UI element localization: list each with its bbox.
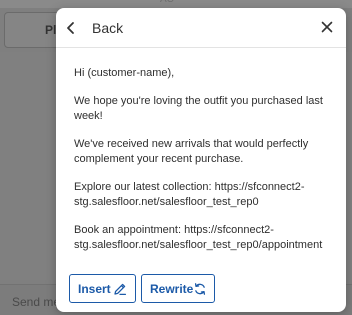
- refresh-icon: [193, 282, 207, 296]
- page: AC Pl Send me Back: [0, 0, 352, 315]
- insert-button[interactable]: Insert: [69, 274, 136, 303]
- message-paragraph: Explore our latest collection: https://s…: [74, 180, 305, 209]
- rewrite-button-label: Rewrite: [150, 281, 194, 296]
- pencil-icon: [113, 282, 127, 296]
- dialog-header: Back: [56, 8, 346, 48]
- back-label: Back: [92, 20, 124, 36]
- background-top-label: AC: [160, 0, 174, 5]
- message-greeting: Hi (customer-name),: [74, 67, 175, 79]
- rewrite-button[interactable]: Rewrite: [141, 274, 215, 303]
- insert-button-label: Insert: [78, 281, 111, 296]
- suggested-message-dialog: Back Hi (customer-name), We hope you're …: [56, 8, 346, 312]
- background-compose-placeholder: Send me: [12, 295, 61, 309]
- background-button-label: Pl: [45, 23, 57, 37]
- back-button[interactable]: Back: [64, 17, 123, 39]
- chevron-left-icon: [64, 21, 78, 35]
- message-paragraph: We've received new arrivals that would p…: [74, 137, 309, 166]
- message-paragraph: Book an appointment: https://sfconnect2-…: [74, 223, 323, 252]
- message-body: Hi (customer-name), We hope you're lovin…: [74, 66, 336, 262]
- background-top-bar: AC: [0, 0, 352, 8]
- message-paragraph: We hope you're loving the outfit you pur…: [74, 94, 323, 123]
- dialog-actions: Insert Rewrite: [69, 274, 215, 303]
- close-icon[interactable]: [320, 20, 334, 34]
